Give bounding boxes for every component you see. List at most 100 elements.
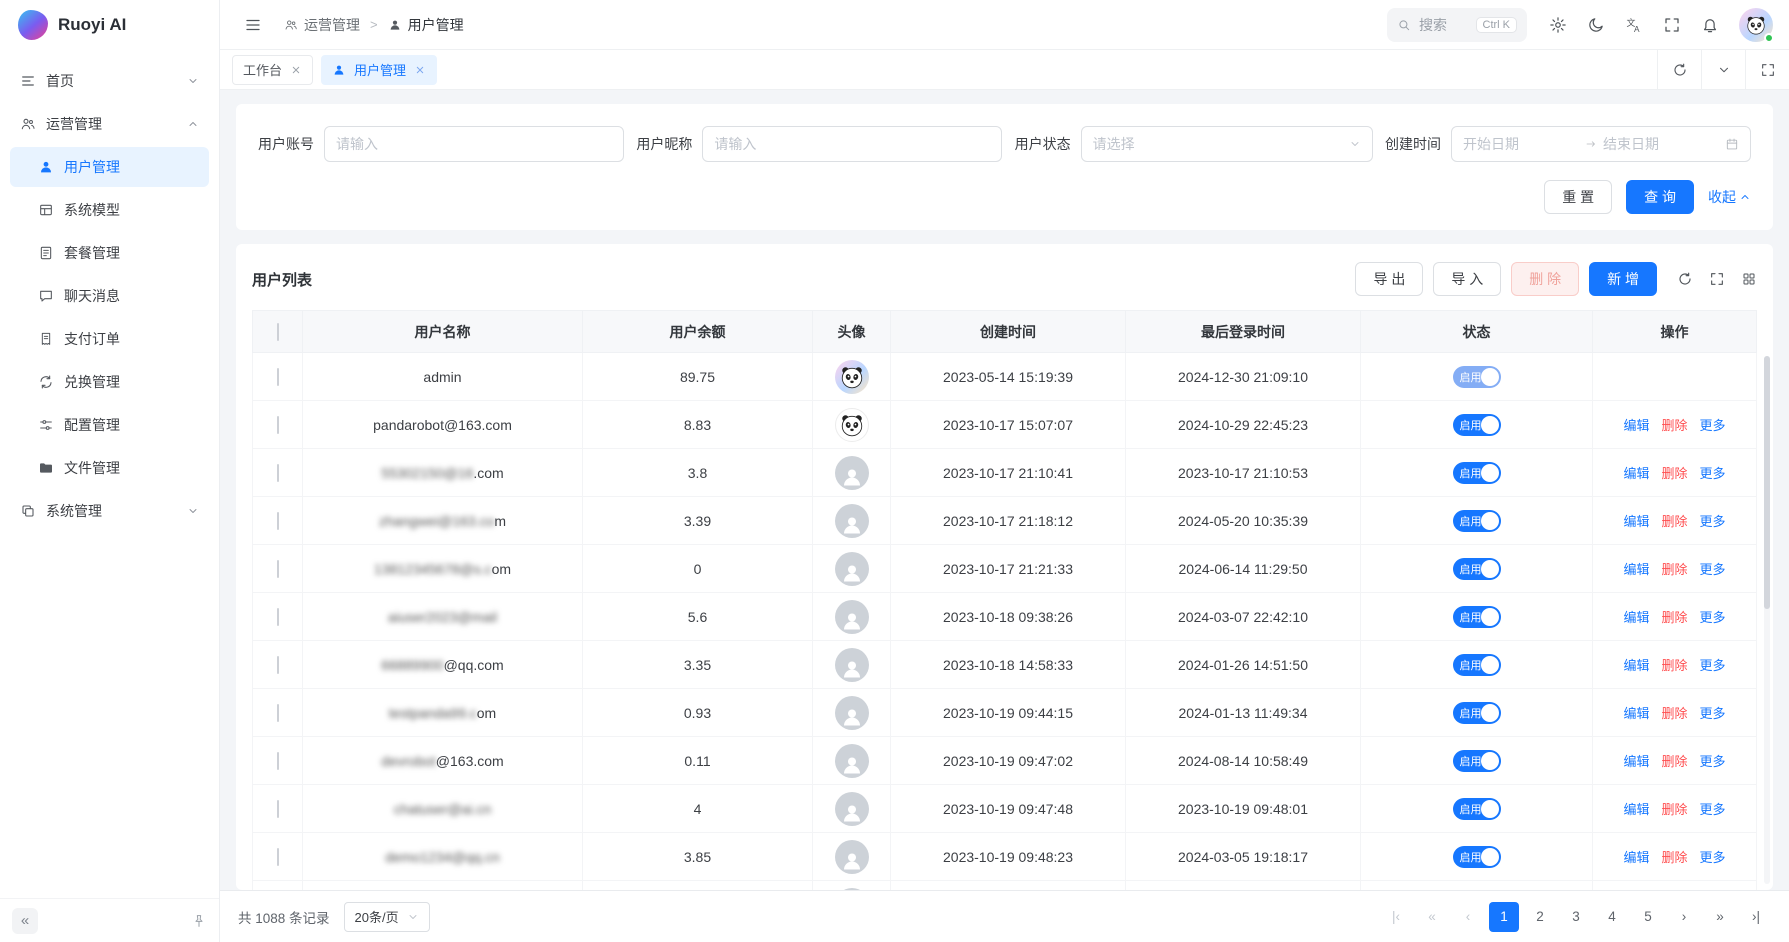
breadcrumb-item-operations[interactable]: 运营管理 [284,15,360,35]
edit-link[interactable]: 编辑 [1623,415,1649,434]
status-toggle[interactable]: 启用 [1453,462,1501,484]
edit-link[interactable]: 编辑 [1623,559,1649,578]
row-checkbox[interactable] [277,560,279,578]
add-button[interactable]: 新 增 [1589,262,1657,296]
hamburger-menu-icon[interactable] [236,8,270,42]
row-checkbox[interactable] [277,416,279,434]
refresh-icon[interactable] [1657,50,1701,89]
query-button[interactable]: 查 询 [1626,180,1694,214]
sidebar-item-exchange-management[interactable]: 兑换管理 [10,362,209,402]
more-link[interactable]: 更多 [1700,511,1726,530]
status-select[interactable]: 请选择 [1081,126,1373,162]
sidebar-item-file-management[interactable]: 文件管理 [10,448,209,488]
row-checkbox[interactable] [277,848,279,866]
dark-mode-moon-icon[interactable] [1579,8,1613,42]
jump-back-button[interactable]: « [1417,902,1447,932]
global-search-input[interactable]: 搜索 Ctrl K [1387,8,1527,42]
delete-link[interactable]: 删除 [1661,511,1687,530]
status-toggle[interactable]: 启用 [1453,750,1501,772]
delete-link[interactable]: 删除 [1661,559,1687,578]
delete-link[interactable]: 删除 [1661,463,1687,482]
status-toggle[interactable]: 启用 [1453,414,1501,436]
delete-link[interactable]: 删除 [1661,703,1687,722]
page-number-button[interactable]: 5 [1633,902,1663,932]
date-range-picker[interactable] [1451,126,1751,162]
chevron-down-icon[interactable] [1701,50,1745,89]
row-checkbox[interactable] [277,704,279,722]
scrollbar-thumb[interactable] [1764,356,1770,609]
sidebar-item-chat-messages[interactable]: 聊天消息 [10,276,209,316]
row-checkbox[interactable] [277,752,279,770]
page-number-button[interactable]: 1 [1489,902,1519,932]
more-link[interactable]: 更多 [1700,559,1726,578]
close-icon[interactable] [290,64,302,76]
edit-link[interactable]: 编辑 [1623,463,1649,482]
row-checkbox[interactable] [277,800,279,818]
edit-link[interactable]: 编辑 [1623,799,1649,818]
more-link[interactable]: 更多 [1700,415,1726,434]
more-link[interactable]: 更多 [1700,799,1726,818]
sidebar-item-config-management[interactable]: 配置管理 [10,405,209,445]
table-fullscreen-icon[interactable] [1709,271,1725,287]
page-size-select[interactable]: 20条/页 [344,902,430,932]
row-checkbox[interactable] [277,608,279,626]
more-link[interactable]: 更多 [1700,607,1726,626]
delete-link[interactable]: 删除 [1661,751,1687,770]
account-input[interactable] [336,136,612,152]
status-toggle[interactable]: 启用 [1453,846,1501,868]
sidebar-item-system-models[interactable]: 系统模型 [10,190,209,230]
edit-link[interactable]: 编辑 [1623,751,1649,770]
sidebar-item-system[interactable]: 系统管理 [10,491,209,531]
sidebar-collapse-button[interactable]: « [12,908,38,934]
last-page-button[interactable]: ›| [1741,902,1771,932]
next-page-button[interactable]: › [1669,902,1699,932]
import-button[interactable]: 导 入 [1433,262,1501,296]
status-toggle[interactable]: 启用 [1453,510,1501,532]
delete-link[interactable]: 删除 [1661,847,1687,866]
collapse-filter-link[interactable]: 收起 [1708,187,1751,207]
nickname-input[interactable] [714,136,990,152]
row-checkbox[interactable] [277,368,279,386]
start-date-input[interactable] [1463,136,1579,152]
status-toggle[interactable]: 启用 [1453,702,1501,724]
language-translate-icon[interactable] [1617,8,1651,42]
tab-user-management[interactable]: 用户管理 [321,55,437,85]
delete-link[interactable]: 删除 [1661,799,1687,818]
export-button[interactable]: 导 出 [1355,262,1423,296]
more-link[interactable]: 更多 [1700,463,1726,482]
status-toggle[interactable]: 启用 [1453,366,1501,388]
delete-button[interactable]: 删 除 [1511,262,1579,296]
jump-forward-button[interactable]: » [1705,902,1735,932]
end-date-input[interactable] [1603,136,1719,152]
prev-page-button[interactable]: ‹ [1453,902,1483,932]
status-toggle[interactable]: 启用 [1453,558,1501,580]
settings-gear-icon[interactable] [1541,8,1575,42]
column-settings-icon[interactable] [1741,271,1757,287]
page-number-button[interactable]: 3 [1561,902,1591,932]
status-toggle[interactable]: 启用 [1453,798,1501,820]
status-toggle[interactable]: 启用 [1453,654,1501,676]
sidebar-item-home[interactable]: 首页 [10,61,209,101]
content-fullscreen-icon[interactable] [1745,50,1789,89]
edit-link[interactable]: 编辑 [1623,511,1649,530]
pin-icon[interactable] [191,913,207,929]
first-page-button[interactable]: |‹ [1381,902,1411,932]
refresh-icon[interactable] [1677,271,1693,287]
sidebar-item-package-management[interactable]: 套餐管理 [10,233,209,273]
row-checkbox[interactable] [277,656,279,674]
edit-link[interactable]: 编辑 [1623,703,1649,722]
edit-link[interactable]: 编辑 [1623,607,1649,626]
page-number-button[interactable]: 4 [1597,902,1627,932]
reset-button[interactable]: 重 置 [1544,180,1612,214]
close-icon[interactable] [414,64,426,76]
row-checkbox[interactable] [277,512,279,530]
edit-link[interactable]: 编辑 [1623,655,1649,674]
tab-workbench[interactable]: 工作台 [232,55,313,85]
edit-link[interactable]: 编辑 [1623,847,1649,866]
more-link[interactable]: 更多 [1700,655,1726,674]
sidebar-item-user-management[interactable]: 用户管理 [10,147,209,187]
notifications-bell-icon[interactable] [1693,8,1727,42]
user-avatar[interactable] [1739,8,1773,42]
delete-link[interactable]: 删除 [1661,655,1687,674]
row-checkbox[interactable] [277,464,279,482]
